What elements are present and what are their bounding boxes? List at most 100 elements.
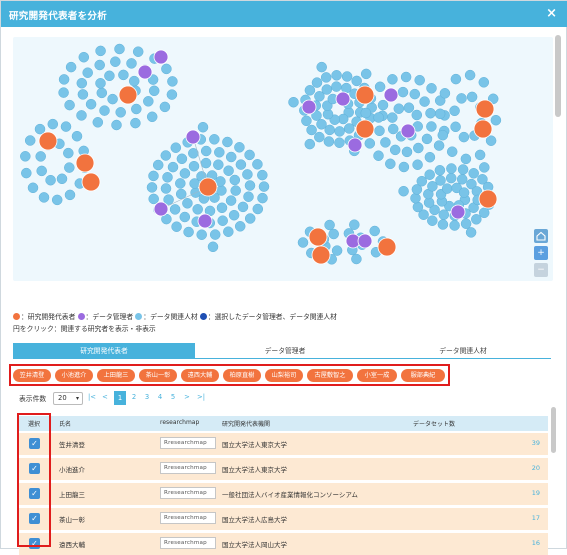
data-staff-node[interactable] xyxy=(387,112,398,123)
data-staff-node[interactable] xyxy=(188,160,200,172)
network-graph-svg[interactable] xyxy=(13,37,553,281)
data-staff-node[interactable] xyxy=(197,121,209,133)
data-staff-node[interactable] xyxy=(176,153,188,165)
data-staff-node[interactable] xyxy=(64,162,75,173)
data-staff-node[interactable] xyxy=(446,146,458,157)
data-staff-node[interactable] xyxy=(107,93,118,105)
data-staff-node[interactable] xyxy=(434,108,446,120)
data-staff-node[interactable] xyxy=(36,165,47,177)
data-staff-node[interactable] xyxy=(437,129,449,141)
data-staff-node[interactable] xyxy=(316,119,327,130)
data-staff-node[interactable] xyxy=(351,75,362,87)
data-staff-node[interactable] xyxy=(175,178,186,189)
data-staff-node[interactable] xyxy=(474,149,486,161)
representative-node[interactable] xyxy=(475,99,495,119)
representative-node[interactable] xyxy=(355,85,375,105)
data-staff-node[interactable] xyxy=(38,192,50,203)
data-staff-node[interactable] xyxy=(410,192,421,204)
data-staff-node[interactable] xyxy=(304,85,316,96)
row-count[interactable]: 16 xyxy=(532,539,540,547)
page-4-button[interactable]: 4 xyxy=(155,393,165,401)
data-manager-node[interactable] xyxy=(347,137,363,153)
data-staff-node[interactable] xyxy=(465,227,477,238)
data-staff-node[interactable] xyxy=(167,161,179,173)
data-staff-node[interactable] xyxy=(464,69,476,81)
data-staff-node[interactable] xyxy=(416,175,428,187)
last-page-button[interactable]: >| xyxy=(196,393,206,401)
data-staff-node[interactable] xyxy=(437,219,449,230)
data-staff-node[interactable] xyxy=(200,157,212,169)
data-staff-node[interactable] xyxy=(94,59,105,71)
data-staff-node[interactable] xyxy=(398,161,410,173)
researchmap-link[interactable]: Rresearchmap xyxy=(160,537,216,549)
data-staff-node[interactable] xyxy=(146,111,158,123)
chip[interactable]: 茶山一彰 xyxy=(139,369,177,382)
data-staff-node[interactable] xyxy=(331,81,342,92)
data-staff-node[interactable] xyxy=(242,169,253,180)
data-staff-node[interactable] xyxy=(244,149,255,161)
data-staff-node[interactable] xyxy=(160,183,172,194)
data-staff-node[interactable] xyxy=(78,51,90,63)
table-row[interactable]: ✓ 上田龍三 Rresearchmap 一般社団法人バイオ産業情報化コンソーシアム 19 xyxy=(19,482,548,505)
data-staff-node[interactable] xyxy=(71,130,83,142)
tab-data-staff[interactable]: データ関連人材 xyxy=(375,343,551,359)
data-staff-node[interactable] xyxy=(229,174,241,186)
data-staff-node[interactable] xyxy=(387,123,399,135)
data-staff-node[interactable] xyxy=(373,150,384,161)
data-staff-node[interactable] xyxy=(424,151,436,163)
data-staff-node[interactable] xyxy=(217,215,228,226)
data-staff-node[interactable] xyxy=(334,137,345,148)
data-manager-node[interactable] xyxy=(137,64,153,80)
data-staff-node[interactable] xyxy=(257,169,268,181)
data-staff-node[interactable] xyxy=(64,99,75,111)
data-staff-node[interactable] xyxy=(419,96,430,107)
representative-node[interactable] xyxy=(478,189,498,209)
home-icon[interactable] xyxy=(534,229,548,243)
data-staff-node[interactable] xyxy=(192,204,203,215)
representative-node[interactable] xyxy=(311,245,331,265)
data-staff-node[interactable] xyxy=(24,135,36,146)
data-staff-node[interactable] xyxy=(439,88,451,99)
data-staff-node[interactable] xyxy=(225,195,237,206)
data-staff-node[interactable] xyxy=(234,142,245,153)
data-staff-node[interactable] xyxy=(167,76,178,87)
data-staff-node[interactable] xyxy=(328,228,339,240)
data-staff-node[interactable] xyxy=(409,88,421,100)
data-staff-node[interactable] xyxy=(77,89,89,100)
data-staff-node[interactable] xyxy=(485,135,497,146)
researchmap-link[interactable]: Rresearchmap xyxy=(160,487,216,499)
data-staff-node[interactable] xyxy=(252,203,264,215)
data-staff-node[interactable] xyxy=(311,77,323,88)
representative-node[interactable] xyxy=(355,119,375,139)
representative-node[interactable] xyxy=(473,119,493,139)
chip[interactable]: 上田龍三 xyxy=(97,369,135,382)
data-staff-node[interactable] xyxy=(479,162,490,173)
data-staff-node[interactable] xyxy=(51,194,63,206)
data-staff-node[interactable] xyxy=(349,219,360,230)
researchmap-link[interactable]: Rresearchmap xyxy=(160,512,216,524)
researchmap-link[interactable]: Rresearchmap xyxy=(160,437,216,449)
data-manager-node[interactable] xyxy=(153,49,169,65)
data-staff-node[interactable] xyxy=(132,46,144,57)
data-staff-node[interactable] xyxy=(478,207,490,219)
data-staff-node[interactable] xyxy=(438,209,450,220)
data-staff-node[interactable] xyxy=(393,103,405,114)
chip[interactable]: 柏原直樹 xyxy=(223,369,261,382)
chip[interactable]: 服部典紀 xyxy=(401,369,445,382)
page-3-button[interactable]: 3 xyxy=(142,393,152,401)
data-staff-node[interactable] xyxy=(235,159,247,170)
data-staff-node[interactable] xyxy=(449,220,460,231)
network-graph[interactable] xyxy=(13,37,553,281)
data-staff-node[interactable] xyxy=(441,183,453,194)
data-staff-node[interactable] xyxy=(148,170,159,182)
data-staff-node[interactable] xyxy=(413,142,424,154)
page-5-button[interactable]: 5 xyxy=(168,393,178,401)
data-staff-node[interactable] xyxy=(316,61,327,73)
data-staff-node[interactable] xyxy=(223,165,234,176)
data-staff-node[interactable] xyxy=(434,165,446,176)
data-staff-node[interactable] xyxy=(306,124,317,136)
data-staff-node[interactable] xyxy=(331,245,343,256)
data-staff-node[interactable] xyxy=(257,192,268,204)
page-1-button[interactable]: 1 xyxy=(114,391,126,405)
chip[interactable]: 小池進介 xyxy=(55,369,93,382)
